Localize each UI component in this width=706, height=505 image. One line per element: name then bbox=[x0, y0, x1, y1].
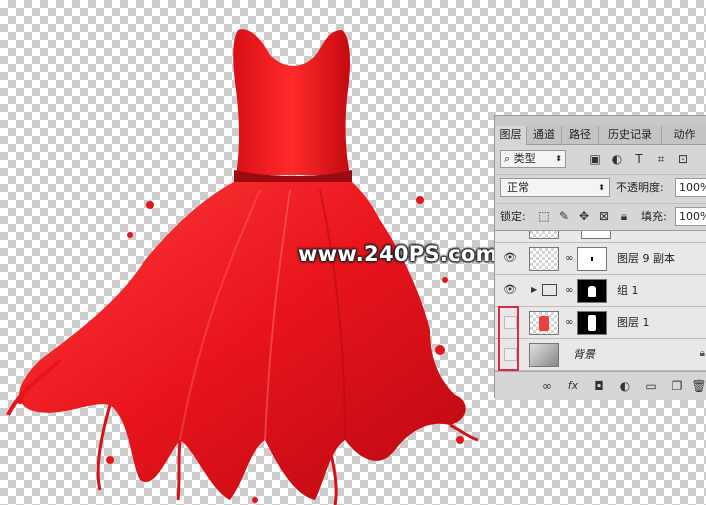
layer-name[interactable]: 图层 9 副本 bbox=[617, 243, 675, 275]
smart-object-filter-icon[interactable]: ⊡ bbox=[675, 151, 691, 167]
tab-layers[interactable]: 图层 bbox=[495, 126, 527, 145]
layer-mask-thumbnail bbox=[581, 231, 611, 239]
chevron-updown-icon: ⬍ bbox=[555, 154, 562, 163]
link-chain-icon[interactable]: ∞ bbox=[565, 316, 573, 330]
image-filter-icon[interactable]: ▣ bbox=[587, 151, 603, 167]
layer-mask-thumbnail bbox=[577, 247, 607, 271]
tab-paths[interactable]: 路径 bbox=[562, 126, 599, 144]
folder-icon bbox=[542, 284, 557, 296]
add-mask-icon[interactable]: ◘ bbox=[591, 378, 607, 394]
filter-row: ⌕ 类型 ⬍ ▣ ◐ T ⌗ ⊡ bbox=[495, 145, 706, 173]
lock-icon: 🔒︎ bbox=[699, 348, 705, 359]
layer-row-partial[interactable] bbox=[495, 231, 706, 243]
layer-mask-thumbnail bbox=[577, 311, 607, 335]
tab-actions[interactable]: 动作 bbox=[662, 126, 706, 144]
adjustment-filter-icon[interactable]: ◐ bbox=[609, 151, 625, 167]
search-icon: ⌕ bbox=[504, 152, 511, 165]
opacity-input[interactable]: 100% bbox=[675, 178, 706, 197]
panel-tabs: 图层 通道 路径 历史记录 动作 bbox=[495, 126, 706, 145]
type-filter-icon[interactable]: T bbox=[631, 151, 647, 167]
shape-filter-icon[interactable]: ⌗ bbox=[653, 151, 669, 167]
expand-arrow-icon[interactable]: ▶ bbox=[531, 285, 537, 294]
link-chain-icon[interactable]: ∞ bbox=[565, 252, 573, 266]
eye-icon[interactable]: 👁︎ bbox=[503, 251, 517, 265]
layer-row[interactable]: ∞ 图层 1 bbox=[495, 307, 706, 339]
panel-bottom-bar: ∞ fx ◘ ◐ ▭ ❐ 🗑︎ bbox=[495, 371, 706, 400]
opacity-label: 不透明度: bbox=[616, 181, 664, 194]
layer-row-background[interactable]: 背景 🔒︎ bbox=[495, 339, 706, 371]
tab-history[interactable]: 历史记录 bbox=[599, 126, 662, 144]
kind-filter-label: 类型 bbox=[513, 152, 536, 165]
lock-brush-icon[interactable]: ✎ bbox=[557, 208, 571, 224]
lock-row: 锁定: ⬚ ✎ ✥ ⊠ 🔒︎ 填充: 100% bbox=[495, 203, 706, 230]
chevron-updown-icon: ⬍ bbox=[598, 183, 605, 192]
layers-panel: 图层 通道 路径 历史记录 动作 ⌕ 类型 ⬍ ▣ ◐ T ⌗ ⊡ 正常 ⬍ 不… bbox=[494, 115, 706, 400]
lock-label: 锁定: bbox=[500, 210, 526, 223]
tab-channels[interactable]: 通道 bbox=[527, 126, 562, 144]
fill-label: 填充: bbox=[641, 210, 667, 223]
layer-thumbnail bbox=[529, 231, 559, 239]
link-chain-icon[interactable]: ∞ bbox=[565, 284, 573, 298]
new-layer-icon[interactable]: ❐ bbox=[669, 378, 685, 394]
layer-row[interactable]: 👁︎ ∞ 图层 9 副本 bbox=[495, 243, 706, 275]
layer-row-group[interactable]: 👁︎ ▶ ∞ 组 1 bbox=[495, 275, 706, 307]
lock-all-icon[interactable]: 🔒︎ bbox=[617, 208, 631, 224]
layer-thumbnail bbox=[529, 247, 559, 271]
trash-icon[interactable]: 🗑︎ bbox=[691, 378, 706, 394]
lock-move-icon[interactable]: ✥ bbox=[577, 208, 591, 224]
eye-icon[interactable]: 👁︎ bbox=[503, 283, 517, 297]
lock-transparent-icon[interactable]: ⬚ bbox=[537, 208, 551, 224]
layer-name[interactable]: 图层 1 bbox=[617, 307, 650, 339]
group-mask-thumbnail bbox=[577, 279, 607, 303]
adjustment-layer-icon[interactable]: ◐ bbox=[617, 378, 633, 394]
layer-name[interactable]: 组 1 bbox=[617, 275, 639, 307]
watermark-text: www.240PS.com bbox=[298, 242, 498, 266]
layers-list[interactable]: 👁︎ ∞ 图层 9 副本 👁︎ ▶ ∞ 组 1 ∞ 图层 1 背景 🔒︎ bbox=[495, 230, 706, 371]
kind-filter-select[interactable]: ⌕ 类型 ⬍ bbox=[500, 150, 566, 168]
highlight-box bbox=[498, 306, 519, 371]
blend-row: 正常 ⬍ 不透明度: 100% bbox=[495, 174, 706, 203]
layer-thumbnail bbox=[529, 311, 559, 335]
fx-icon[interactable]: fx bbox=[565, 378, 581, 394]
link-layers-icon[interactable]: ∞ bbox=[539, 378, 555, 394]
blend-mode-select[interactable]: 正常 ⬍ bbox=[500, 178, 610, 197]
blend-mode-value: 正常 bbox=[507, 181, 529, 194]
layer-name[interactable]: 背景 bbox=[573, 339, 595, 371]
new-group-icon[interactable]: ▭ bbox=[643, 378, 659, 394]
lock-artboard-icon[interactable]: ⊠ bbox=[597, 208, 611, 224]
fill-input[interactable]: 100% bbox=[675, 207, 706, 226]
layer-thumbnail bbox=[529, 343, 559, 367]
